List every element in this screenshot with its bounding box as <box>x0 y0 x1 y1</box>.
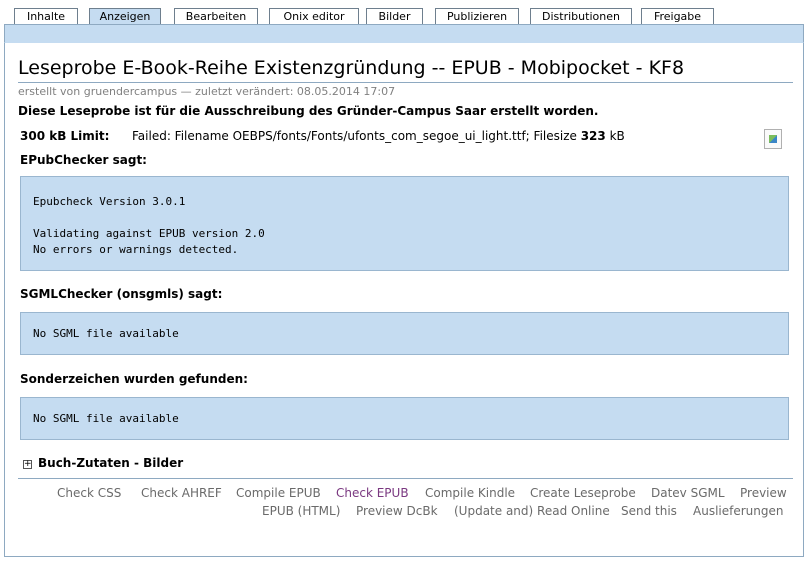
epubchecker-output: Epubcheck Version 3.0.1 Validating again… <box>20 176 789 271</box>
compile-kindle-link[interactable]: Compile Kindle <box>425 486 515 500</box>
tab-publizieren[interactable]: Publizieren <box>435 8 519 25</box>
tab-freigabe[interactable]: Freigabe <box>641 8 714 25</box>
preview-epub-html-link[interactable]: Preview <box>740 486 787 500</box>
sonderzeichen-heading: Sonderzeichen wurden gefunden: <box>20 372 248 386</box>
compile-epub-link[interactable]: Compile EPUB <box>236 486 321 500</box>
document-byline: erstellt von gruendercampus — zuletzt ve… <box>18 85 396 98</box>
output-line: Epubcheck Version 3.0.1 <box>33 195 186 208</box>
content-frame: Leseprobe E-Book-Reihe Existenzgründung … <box>4 42 804 557</box>
sgmlchecker-output: No SGML file available <box>20 312 789 355</box>
buch-zutaten-expander[interactable]: + Buch-Zutaten - Bilder <box>23 456 183 470</box>
preview-dcbk-link[interactable]: Preview DcBk <box>356 504 438 518</box>
plus-box-icon: + <box>23 459 32 469</box>
preview-epub-html-link-cont[interactable]: EPUB (HTML) <box>262 504 340 518</box>
sgmlchecker-heading: SGMLChecker (onsgmls) sagt: <box>20 287 223 301</box>
limit-label: 300 kB Limit: <box>20 129 110 143</box>
output-line: Validating against EPUB version 2.0 <box>33 227 265 240</box>
check-epub-link[interactable]: Check EPUB <box>336 486 409 500</box>
limit-unit: kB <box>605 129 625 143</box>
output-line: No SGML file available <box>33 327 179 340</box>
send-this-link[interactable]: Send this <box>621 504 677 518</box>
tab-inhalte[interactable]: Inhalte <box>14 8 78 25</box>
output-line: No errors or warnings detected. <box>33 243 239 256</box>
tab-distributionen[interactable]: Distributionen <box>530 8 632 25</box>
check-ahref-link[interactable]: Check AHREF <box>141 486 222 500</box>
create-leseprobe-link[interactable]: Create Leseprobe <box>530 486 636 500</box>
page-title: Leseprobe E-Book-Reihe Existenzgründung … <box>18 57 685 79</box>
check-css-link[interactable]: Check CSS <box>57 486 121 500</box>
datev-sgml-link[interactable]: Datev SGML <box>651 486 725 500</box>
update-read-online-link[interactable]: (Update and) Read Online <box>454 504 610 518</box>
tab-onix-editor[interactable]: Onix editor <box>269 8 359 25</box>
document-description: Diese Leseprobe ist für die Ausschreibun… <box>18 104 599 118</box>
limit-result: Failed: Filename OEBPS/fonts/Fonts/ufont… <box>132 129 625 143</box>
limit-filesize: 323 <box>580 129 606 143</box>
auslieferungen-link[interactable]: Auslieferungen <box>693 504 783 518</box>
tab-bearbeiten[interactable]: Bearbeiten <box>174 8 258 25</box>
output-line: No SGML file available <box>33 412 179 425</box>
sonderzeichen-output: No SGML file available <box>20 397 789 440</box>
actions-divider <box>18 478 793 479</box>
limit-message: Failed: Filename OEBPS/fonts/Fonts/ufont… <box>132 129 581 143</box>
broken-image-icon <box>764 129 782 149</box>
epubchecker-heading: EPubChecker sagt: <box>20 153 147 167</box>
expander-label: Buch-Zutaten - Bilder <box>38 456 184 470</box>
title-divider <box>18 82 793 83</box>
tab-bilder[interactable]: Bilder <box>366 8 423 25</box>
tab-content-bar <box>4 24 804 43</box>
